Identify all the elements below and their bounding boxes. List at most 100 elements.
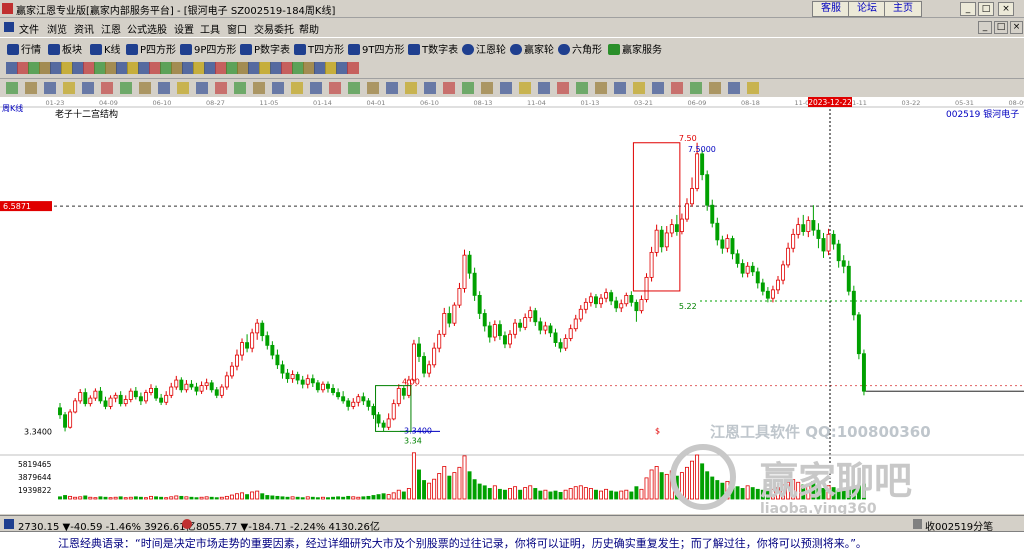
drawing-tool-icon[interactable] <box>177 82 189 94</box>
quote-button[interactable]: 行情 <box>7 41 41 56</box>
drawing-tool-icon[interactable] <box>6 82 18 94</box>
drawing-tool-icon[interactable] <box>405 82 417 94</box>
drawing-tool-icon[interactable] <box>158 82 170 94</box>
drawing-tool-icon[interactable] <box>215 82 227 94</box>
candle-body <box>63 414 68 428</box>
drawing-tool-icon[interactable] <box>671 82 683 94</box>
drawing-tool-icon[interactable] <box>25 82 37 94</box>
kline-chart-svg[interactable]: 01-23 04-09 06-10 08-27 11-05 01-14 04-01 06-10… <box>0 97 1024 517</box>
candle-body <box>214 389 219 396</box>
drawing-tool-icon[interactable] <box>709 82 721 94</box>
maximize-button[interactable]: □ <box>978 2 994 16</box>
kline-chart[interactable]: 01-23 04-09 06-10 08-27 11-05 01-14 04-01 06-10… <box>0 97 1024 517</box>
date-tick: 01-14 <box>313 99 332 107</box>
child-minimize-button[interactable]: _ <box>978 21 992 34</box>
drawing-tool-icon[interactable] <box>386 82 398 94</box>
sector-button[interactable]: 板块 <box>48 41 82 56</box>
9t-square-button[interactable]: 9T四方形 <box>348 41 404 56</box>
volume-bar <box>452 472 457 500</box>
menu-settings[interactable]: 设置 <box>174 21 194 36</box>
drawing-tool-icon[interactable] <box>139 82 151 94</box>
drawing-tool-icon[interactable] <box>633 82 645 94</box>
close-button[interactable]: × <box>998 2 1014 16</box>
t-number-table-button[interactable]: T数字表 <box>408 41 458 56</box>
drawing-tool-icon[interactable] <box>747 82 759 94</box>
menu-help[interactable]: 帮助 <box>299 21 319 36</box>
drawing-tool-icon[interactable] <box>253 82 265 94</box>
drawing-tool-icon[interactable] <box>576 82 588 94</box>
menu-formula[interactable]: 公式选股 <box>127 21 167 36</box>
candle-body <box>599 297 603 305</box>
winner-wheel-button[interactable]: 赢家轮 <box>510 41 554 56</box>
gann-wheel-button[interactable]: 江恩轮 <box>462 41 506 56</box>
period-tool-icon[interactable] <box>347 62 359 74</box>
t-square-button[interactable]: T四方形 <box>294 41 344 56</box>
candle-body <box>538 321 543 331</box>
drawing-tool-icon[interactable] <box>329 82 341 94</box>
drawing-tool-icon[interactable] <box>196 82 208 94</box>
menu-file[interactable]: 文件 <box>19 21 39 36</box>
drawing-tool-icon[interactable] <box>462 82 474 94</box>
drawing-tool-icon[interactable] <box>82 82 94 94</box>
drawing-tool-icon[interactable] <box>595 82 607 94</box>
winner-service-button[interactable]: 赢家服务 <box>608 41 662 56</box>
drawing-tool-icon[interactable] <box>44 82 56 94</box>
period-label: 周K线 <box>2 103 23 113</box>
drawing-tool-icon[interactable] <box>614 82 626 94</box>
volume-bar <box>700 463 705 500</box>
volume-bar <box>138 496 143 500</box>
drawing-tool-icon[interactable] <box>481 82 493 94</box>
candle-body <box>776 279 780 291</box>
minimize-button[interactable]: _ <box>960 2 976 16</box>
drawing-tool-icon[interactable] <box>272 82 284 94</box>
volume-bar <box>715 480 720 500</box>
candle-body <box>326 383 330 389</box>
service-link[interactable]: 客服 <box>812 1 850 17</box>
volume-bar <box>644 477 649 500</box>
menu-window[interactable]: 窗口 <box>227 21 247 36</box>
volume-bar <box>432 478 437 500</box>
child-restore-button[interactable]: □ <box>994 21 1008 34</box>
drawing-tool-icon[interactable] <box>424 82 436 94</box>
drawing-tool-icon[interactable] <box>443 82 455 94</box>
drawing-tool-icon[interactable] <box>234 82 246 94</box>
child-close-button[interactable]: × <box>1010 21 1023 34</box>
p-square-button[interactable]: P四方形 <box>126 41 176 56</box>
candle-body <box>735 253 740 264</box>
candle-body <box>477 295 482 314</box>
drawing-tool-icon[interactable] <box>519 82 531 94</box>
low-label: 3.34 <box>404 436 422 445</box>
drawing-tool-icon[interactable] <box>557 82 569 94</box>
home-link[interactable]: 主页 <box>884 1 922 17</box>
volume-bar <box>63 495 68 500</box>
drawing-tool-icon[interactable] <box>652 82 664 94</box>
drawing-tool-icon[interactable] <box>101 82 113 94</box>
volume-bar <box>149 495 153 500</box>
menu-news[interactable]: 资讯 <box>74 21 94 36</box>
menu-gann[interactable]: 江恩 <box>101 21 121 36</box>
volume-bar <box>255 490 260 500</box>
p-number-table-button[interactable]: P数字表 <box>240 41 290 56</box>
menu-browse[interactable]: 浏览 <box>47 21 67 36</box>
drawing-tool-icon[interactable] <box>310 82 322 94</box>
drawing-tool-icon[interactable] <box>728 82 740 94</box>
menu-tools[interactable]: 工具 <box>200 21 220 36</box>
volume-bar <box>179 495 184 500</box>
9p-square-button[interactable]: 9P四方形 <box>180 41 236 56</box>
candle-body <box>315 382 320 391</box>
menu-trade[interactable]: 交易委托 <box>254 21 294 36</box>
forum-link[interactable]: 论坛 <box>848 1 886 17</box>
drawing-tool-icon[interactable] <box>538 82 550 94</box>
hexagon-button[interactable]: 六角形 <box>558 41 602 56</box>
drawing-tool-icon[interactable] <box>367 82 379 94</box>
drawing-tool-icon[interactable] <box>348 82 360 94</box>
drawing-tool-icon[interactable] <box>500 82 512 94</box>
level-four-label: 4.00 <box>402 378 420 387</box>
kline-button[interactable]: K线 <box>90 41 121 56</box>
drawing-tool-icon[interactable] <box>291 82 303 94</box>
drawing-tool-icon[interactable] <box>120 82 132 94</box>
drawing-tool-icon[interactable] <box>690 82 702 94</box>
volume-bar <box>417 469 421 500</box>
volume-bar <box>664 473 669 500</box>
drawing-tool-icon[interactable] <box>63 82 75 94</box>
